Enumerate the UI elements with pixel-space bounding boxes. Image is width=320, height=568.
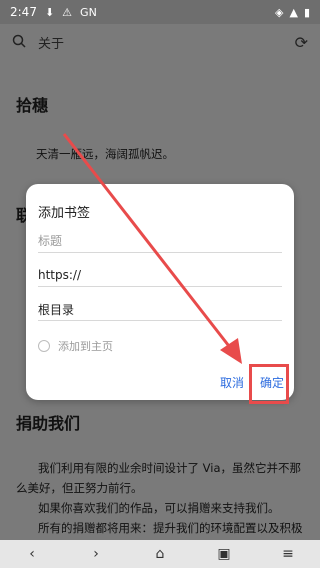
annotation-arrow — [62, 133, 242, 364]
home-icon[interactable]: ⌂ — [140, 546, 180, 562]
tabs-icon[interactable]: ▣ — [204, 546, 244, 562]
back-icon[interactable]: ‹ — [12, 546, 52, 562]
bottom-nav: ‹ › ⌂ ▣ ≡ — [0, 540, 320, 568]
menu-icon[interactable]: ≡ — [268, 546, 308, 562]
annotation-highlight-box — [249, 364, 289, 404]
forward-icon[interactable]: › — [76, 546, 116, 562]
